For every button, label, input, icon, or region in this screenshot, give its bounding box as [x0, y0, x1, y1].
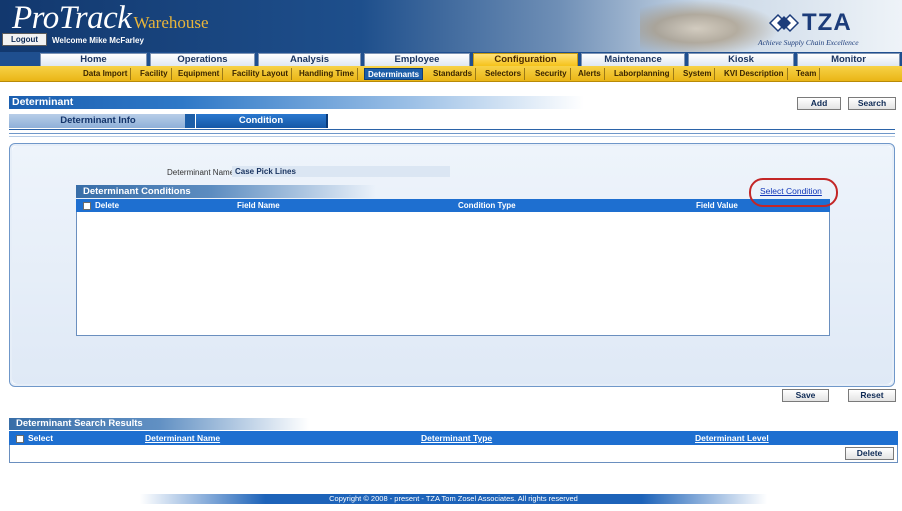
- subnav-data-import[interactable]: Data Import: [80, 68, 132, 80]
- delete-column-header: Delete: [83, 199, 119, 212]
- footer-copyright: Copyright © 2008 - present - TZA Tom Zos…: [140, 494, 767, 504]
- main-tab-home[interactable]: Home: [40, 53, 147, 66]
- search-results-body: [9, 445, 898, 463]
- subnav-facility-layout[interactable]: Facility Layout: [229, 68, 293, 80]
- delete-button[interactable]: Delete: [845, 447, 894, 460]
- conditions-grid-body: [76, 212, 830, 336]
- welcome-message: Welcome Mike McFarley: [52, 36, 144, 45]
- conditions-grid-header: Delete Field Name Condition Type Field V…: [76, 199, 830, 212]
- page-title: Determinant: [9, 96, 584, 109]
- tab-separator: [185, 114, 195, 128]
- main-tab-kiosk[interactable]: Kiosk: [688, 53, 794, 66]
- conditions-grid-title: Determinant Conditions: [76, 185, 376, 198]
- add-button[interactable]: Add: [797, 97, 841, 110]
- subnav-selectors[interactable]: Selectors: [482, 68, 526, 80]
- brand-sub-text: Warehouse: [133, 13, 209, 32]
- condition-type-column-header: Condition Type: [458, 201, 516, 210]
- tab-condition[interactable]: Condition: [196, 114, 328, 128]
- tza-diamond-icon: [768, 13, 800, 33]
- determinant-type-sort-link[interactable]: Determinant Type: [421, 431, 492, 445]
- subnav-facility[interactable]: Facility: [137, 68, 172, 80]
- subnav-team[interactable]: Team: [793, 68, 821, 80]
- subnav-alerts[interactable]: Alerts: [575, 68, 605, 80]
- delete-column-label: Delete: [95, 201, 120, 210]
- field-value-column-header: Field Value: [696, 201, 738, 210]
- subnav-determinants[interactable]: Determinants: [364, 68, 424, 80]
- brand-logo: ProTrack Warehouse: [12, 0, 209, 37]
- main-tab-configuration[interactable]: Configuration: [473, 53, 578, 66]
- tza-logo: TZA Achieve Supply Chain Excellence: [758, 9, 878, 49]
- main-tab-maintenance[interactable]: Maintenance: [581, 53, 685, 66]
- subnav-equipment[interactable]: Equipment: [175, 68, 224, 80]
- subnav-kvi-description[interactable]: KVI Description: [721, 68, 788, 80]
- select-all-delete-checkbox[interactable]: [83, 201, 91, 210]
- subnav-security[interactable]: Security: [532, 68, 571, 80]
- determinant-name-label: Determinant Name: [167, 168, 235, 177]
- determinant-name-value: Case Pick Lines: [232, 166, 450, 177]
- main-tab-employee[interactable]: Employee: [364, 53, 470, 66]
- search-button[interactable]: Search: [848, 97, 896, 110]
- logout-button[interactable]: Logout: [2, 33, 47, 46]
- subnav-standards[interactable]: Standards: [430, 68, 477, 80]
- tza-logo-text: TZA: [802, 9, 852, 36]
- app-header: ProTrack Warehouse Logout Welcome Mike Mc…: [0, 0, 902, 52]
- search-results-header: Select Determinant Name Determinant Type…: [9, 431, 898, 445]
- field-name-column-header: Field Name: [237, 201, 280, 210]
- save-button[interactable]: Save: [782, 389, 829, 402]
- search-results-title: Determinant Search Results: [9, 418, 309, 430]
- main-nav: Home Operations Analysis Employee Config…: [0, 52, 902, 66]
- main-tab-analysis[interactable]: Analysis: [258, 53, 361, 66]
- main-tab-operations[interactable]: Operations: [150, 53, 255, 66]
- brand-main-text: ProTrack: [12, 0, 132, 36]
- subnav-handling-time[interactable]: Handling Time: [296, 68, 358, 80]
- tza-tagline: Achieve Supply Chain Excellence: [758, 38, 859, 47]
- reset-button[interactable]: Reset: [848, 389, 896, 402]
- determinant-level-sort-link[interactable]: Determinant Level: [695, 431, 769, 445]
- select-column-header: Select: [16, 431, 53, 445]
- subnav-laborplanning[interactable]: Laborplanning: [611, 68, 674, 80]
- sub-nav: Data Import Facility Equipment Facility …: [0, 66, 902, 82]
- highlight-annotation: [749, 178, 838, 207]
- determinant-name-sort-link[interactable]: Determinant Name: [145, 431, 220, 445]
- tab-divider: [9, 129, 895, 139]
- select-column-label: Select: [28, 433, 54, 443]
- subnav-system[interactable]: System: [680, 68, 716, 80]
- tab-determinant-info[interactable]: Determinant Info: [9, 114, 189, 128]
- main-tab-monitor[interactable]: Monitor: [797, 53, 900, 66]
- select-all-results-checkbox[interactable]: [16, 434, 24, 443]
